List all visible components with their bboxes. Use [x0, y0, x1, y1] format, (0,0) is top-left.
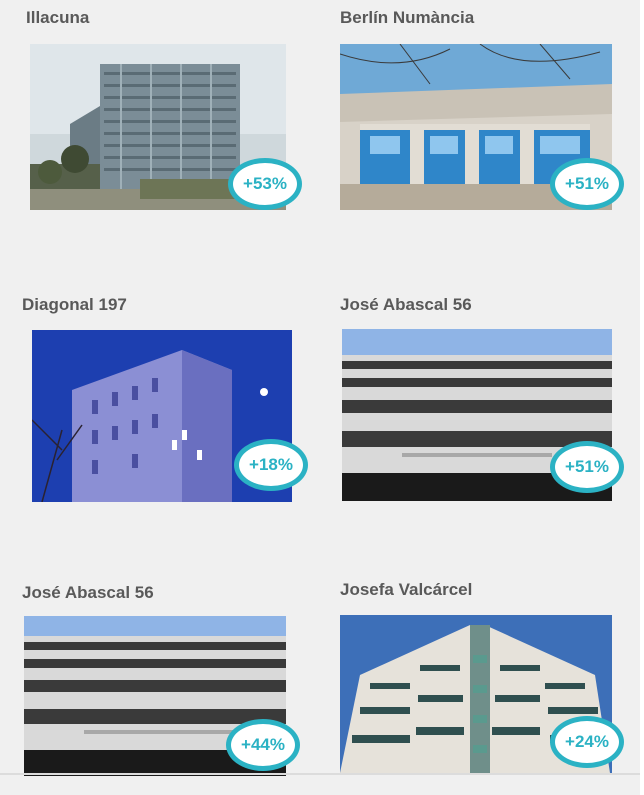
change-badge: +51%	[550, 441, 624, 493]
property-name: José Abascal 56	[22, 583, 154, 602]
property-name: Illacuna	[26, 8, 90, 27]
property-card-jose-abascal-56-b[interactable]: José Abascal 56 +44%	[22, 583, 322, 783]
change-badge: +18%	[234, 439, 308, 491]
change-badge: +53%	[228, 158, 302, 210]
change-badge: +44%	[226, 719, 300, 771]
bottom-divider	[0, 773, 640, 775]
property-card-jose-abascal-56[interactable]: José Abascal 56 +51%	[340, 295, 640, 505]
property-name: José Abascal 56	[340, 295, 472, 314]
property-name: Josefa Valcárcel	[340, 580, 473, 599]
property-card-illacuna[interactable]: Illacuna +53%	[26, 8, 316, 218]
property-card-berlin-numancia[interactable]: Berlín Numància +51%	[340, 8, 640, 218]
property-card-josefa-valcarcel[interactable]: Josefa Valcárcel +24%	[340, 580, 640, 780]
property-card-diagonal-197[interactable]: Diagonal 197 +18%	[22, 295, 322, 505]
change-badge: +51%	[550, 158, 624, 210]
property-name: Berlín Numància	[340, 8, 475, 27]
property-name: Diagonal 197	[22, 295, 127, 314]
change-badge: +24%	[550, 716, 624, 768]
page-right-margin	[640, 0, 644, 795]
